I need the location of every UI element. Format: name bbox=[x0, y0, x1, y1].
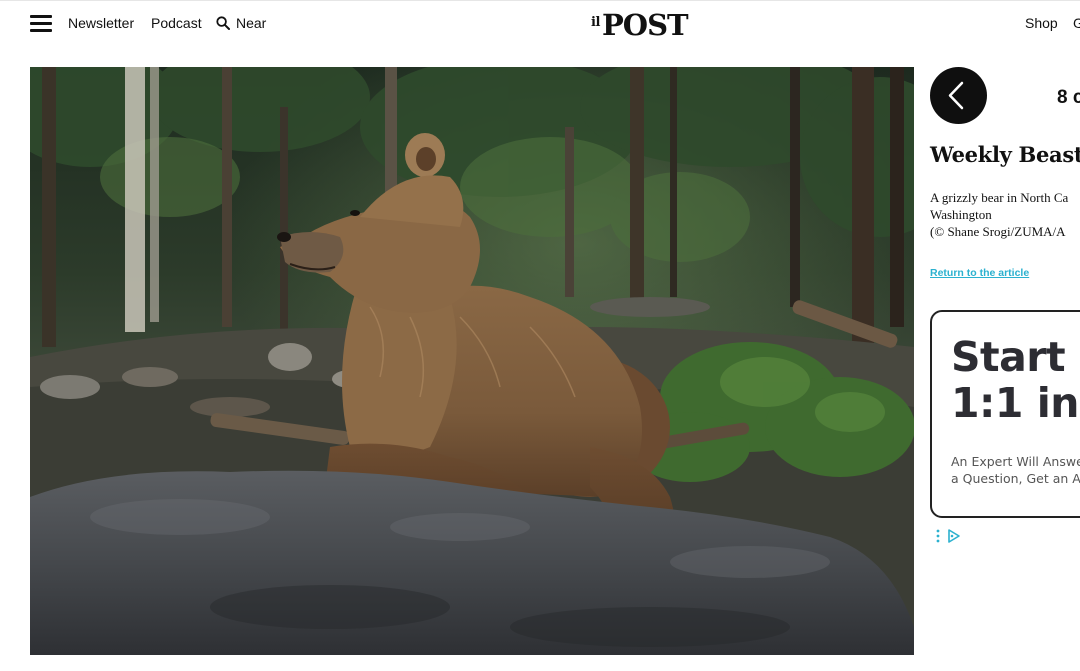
caption-line: Washington bbox=[930, 207, 992, 222]
search-icon[interactable] bbox=[216, 16, 230, 30]
nav-shop[interactable]: Shop bbox=[1025, 15, 1058, 31]
ad-subtext-line: a Question, Get an Answ bbox=[951, 471, 1080, 486]
ad-controls bbox=[934, 528, 974, 544]
gallery-title: Weekly Beasts bbox=[930, 142, 1080, 167]
ad-subtext: An Expert Will Answer in a Question, Get… bbox=[951, 453, 1080, 487]
chevron-left-icon bbox=[948, 81, 964, 110]
ad-headline-line: Start C bbox=[951, 333, 1080, 381]
ad-subtext-line: An Expert Will Answer in bbox=[951, 454, 1080, 469]
bear-photo-illustration bbox=[30, 67, 914, 655]
previous-photo-button[interactable] bbox=[930, 67, 987, 124]
caption-credit: (© Shane Srogi/ZUMA/A bbox=[930, 224, 1066, 239]
ad-headline-line: 1:1 in M bbox=[951, 379, 1080, 427]
advertisement-box[interactable]: Start C 1:1 in M An Expert Will Answer i… bbox=[930, 310, 1080, 518]
ad-headline: Start C 1:1 in M bbox=[951, 334, 1080, 426]
return-to-article-link[interactable]: Return to the article bbox=[930, 267, 1029, 279]
ad-options-icon[interactable] bbox=[936, 529, 940, 543]
caption-line: A grizzly bear in North Ca bbox=[930, 190, 1069, 205]
site-logo[interactable]: il POST bbox=[590, 3, 690, 43]
photo-caption: A grizzly bear in North Ca Washington (©… bbox=[930, 189, 1080, 240]
nav-podcast[interactable]: Podcast bbox=[151, 15, 202, 31]
nav-cut-item[interactable]: G bbox=[1073, 15, 1080, 31]
gallery-photo[interactable] bbox=[30, 67, 914, 655]
site-header: Newsletter Podcast Near il POST Shop G bbox=[0, 0, 1080, 47]
photo-counter: 8 c bbox=[1057, 87, 1080, 108]
logo-prefix: il bbox=[591, 15, 600, 30]
hamburger-icon[interactable] bbox=[30, 15, 52, 32]
nav-near[interactable]: Near bbox=[236, 15, 266, 31]
adchoices-icon[interactable] bbox=[948, 529, 960, 543]
logo-wordmark: POST bbox=[602, 8, 689, 42]
nav-newsletter[interactable]: Newsletter bbox=[68, 15, 134, 31]
